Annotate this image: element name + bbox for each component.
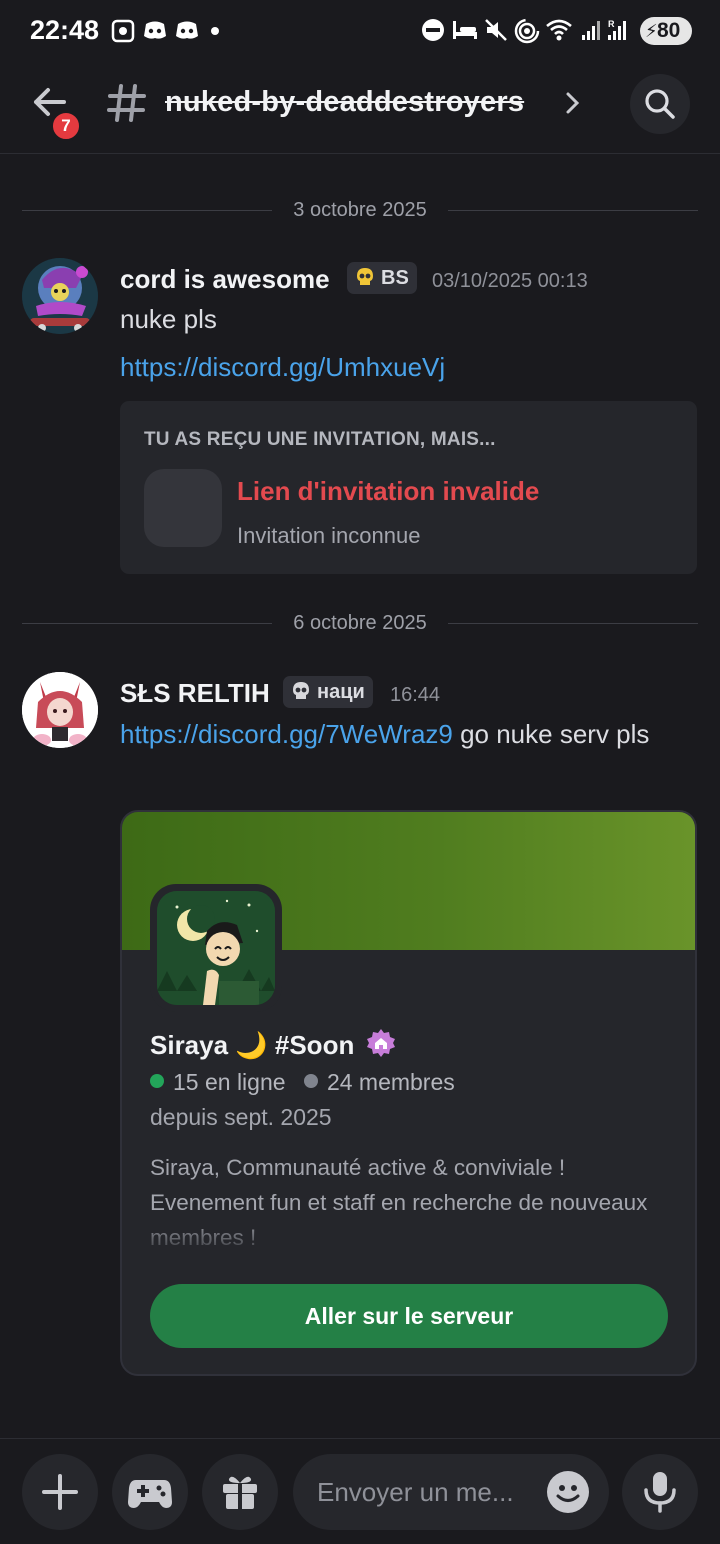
date-divider: 3 octobre 2025 (22, 195, 698, 225)
online-dot-icon (150, 1074, 164, 1088)
charging-icon: ⚡ (645, 21, 658, 41)
message-author[interactable]: cord is awesome (120, 264, 330, 295)
description-fade (122, 1217, 695, 1257)
discord-notification-icon-2 (176, 21, 198, 39)
date-divider-label: 3 octobre 2025 (279, 199, 441, 221)
community-badge-icon (366, 1029, 395, 1057)
message-input-container (293, 1454, 609, 1530)
message-timestamp: 03/10/2025 00:13 (432, 270, 588, 292)
more-notifications-dot-icon (211, 27, 219, 35)
user-tag-label: BS (381, 267, 409, 289)
gamepad-icon (128, 1480, 172, 1508)
message-author[interactable]: SŁS RELTIH (120, 678, 270, 709)
member-count: 24 membres (326, 1069, 455, 1095)
voice-message-button[interactable] (622, 1454, 698, 1530)
signal-icon (582, 21, 600, 40)
emoji-button[interactable] (547, 1471, 589, 1513)
message-composer-bar (0, 1438, 720, 1544)
invite-invalid-subtitle: Invitation inconnue (237, 523, 421, 548)
status-time: 22:48 (30, 15, 100, 45)
invite-invalid-title: Lien d'invitation invalide (237, 476, 540, 506)
gift-icon (223, 1476, 257, 1509)
message-text: https://discord.gg/7WeWraz9 go nuke serv… (120, 713, 680, 755)
screenshot-icon (111, 19, 135, 43)
server-icon-placeholder (144, 469, 222, 547)
hash-icon (107, 84, 146, 122)
hotspot-icon (514, 18, 540, 44)
join-server-button[interactable]: Aller sur le serveur (150, 1284, 668, 1348)
date-divider-label: 6 octobre 2025 (279, 612, 441, 634)
signal-roaming-icon: R (608, 19, 626, 40)
add-attachment-button[interactable] (22, 1454, 98, 1530)
chevron-right-icon[interactable] (565, 90, 581, 116)
mute-icon (485, 19, 507, 41)
invite-link[interactable]: https://discord.gg/UmhxueVj (120, 346, 445, 388)
avatar[interactable] (22, 672, 98, 748)
members-dot-icon (303, 1074, 318, 1088)
svg-text:R: R (608, 19, 615, 29)
server-icon-image (157, 891, 275, 1005)
wifi-icon (546, 19, 572, 41)
channel-header: 7 nuked-by-deaddestroyers (0, 64, 720, 154)
skull-icon (357, 268, 373, 285)
user-tag[interactable]: BS (347, 262, 417, 294)
channel-name[interactable]: nuked-by-deaddestroyers (165, 86, 524, 119)
message-input[interactable] (317, 1454, 537, 1530)
unread-badge: 7 (50, 110, 82, 142)
do-not-disturb-icon (422, 19, 444, 41)
online-count: 15 en ligne (173, 1069, 286, 1095)
server-name-label: Siraya 🌙 #Soon (150, 1030, 355, 1060)
user-tag[interactable]: наци (283, 676, 373, 708)
emoji-icon (556, 1485, 580, 1502)
invite-link[interactable]: https://discord.gg/7WeWraz9 (120, 719, 453, 749)
server-name: Siraya 🌙 #Soon (150, 1028, 396, 1061)
avatar-image (22, 258, 98, 334)
message-timestamp: 16:44 (390, 684, 441, 706)
server-since: depuis sept. 2025 (150, 1104, 332, 1130)
skull-icon (293, 682, 309, 699)
battery-indicator: ⚡ 80 (640, 17, 692, 45)
gift-button[interactable] (202, 1454, 278, 1530)
activities-button[interactable] (112, 1454, 188, 1530)
message-text: nuke pls (120, 304, 217, 334)
discord-notification-icon (144, 21, 166, 39)
search-button[interactable] (630, 74, 690, 134)
search-icon (645, 89, 675, 119)
server-icon[interactable] (150, 884, 282, 1012)
avatar-image (22, 672, 98, 748)
date-divider: 6 octobre 2025 (22, 608, 698, 638)
status-bar: 22:48 R ⚡ 80 (0, 0, 720, 64)
user-tag-label: наци (317, 681, 365, 703)
sleep-mode-icon (453, 21, 477, 39)
server-invite-card: Siraya 🌙 #Soon 15 en ligne 24 membres de… (120, 810, 697, 1376)
invite-heading: TU AS REÇU UNE INVITATION, MAIS... (144, 429, 496, 450)
battery-level: 80 (657, 19, 681, 42)
mic-icon (644, 1472, 676, 1513)
server-stats: 15 en ligne 24 membres (150, 1069, 455, 1096)
avatar[interactable] (22, 258, 98, 334)
message-text-after-link: go nuke serv pls (452, 719, 650, 749)
plus-icon (42, 1474, 78, 1510)
invite-embed-invalid: TU AS REÇU UNE INVITATION, MAIS... Lien … (120, 401, 697, 574)
